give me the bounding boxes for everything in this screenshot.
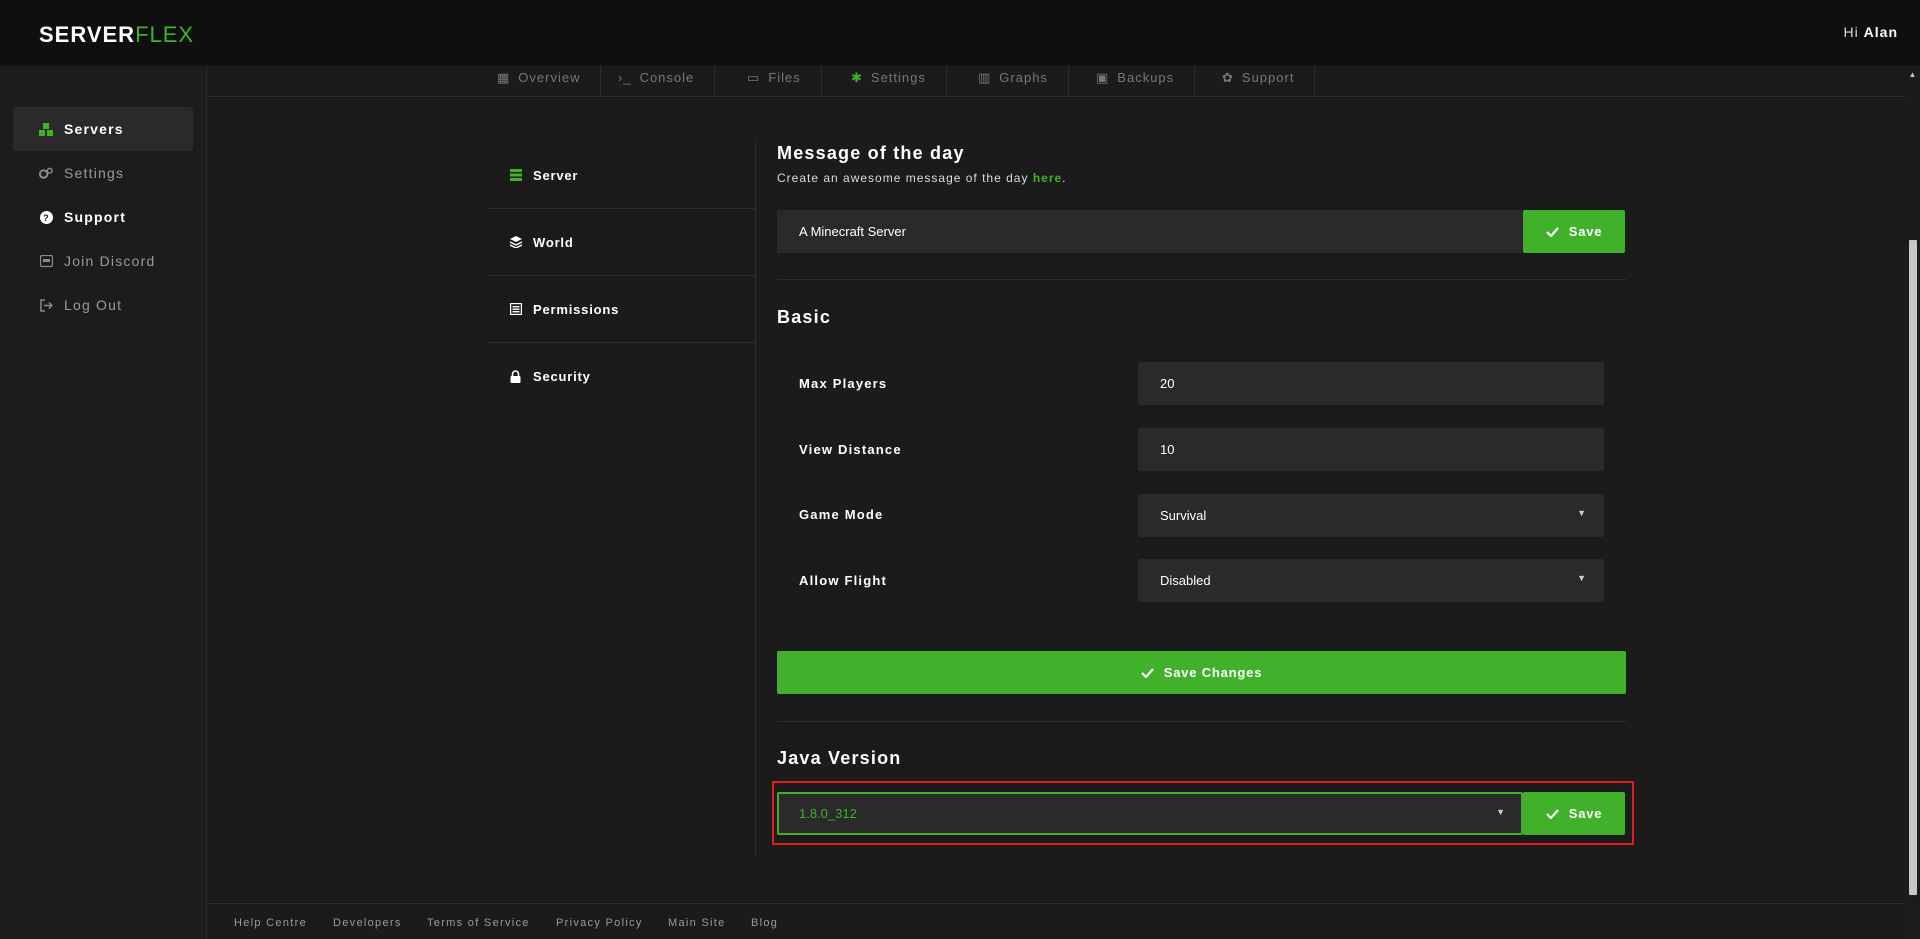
tab-label: Files <box>768 70 801 85</box>
motd-description: Create an awesome message of the day her… <box>777 171 1067 185</box>
motd-description-text: Create an awesome message of the day <box>777 171 1029 185</box>
user-name: Alan <box>1863 24 1898 40</box>
motd-input[interactable]: A Minecraft Server <box>777 210 1523 253</box>
files-icon: ▭ <box>747 69 761 85</box>
save-label: Save <box>1568 224 1603 239</box>
scroll-down-arrow[interactable]: ▼ <box>1908 889 1917 897</box>
motd-description-period: . <box>1062 171 1067 185</box>
sidebar-item-join-discord[interactable]: Join Discord <box>13 239 193 283</box>
server-list-icon <box>509 169 522 182</box>
tab-label: Console <box>639 70 695 85</box>
layers-icon <box>509 236 522 249</box>
basic-section-title: Basic <box>777 307 832 327</box>
max-players-value: 20 <box>1160 376 1175 391</box>
sidebar-item-label: Servers <box>64 121 124 137</box>
tab-label: Graphs <box>999 70 1048 85</box>
logo-text-flex: FLEX <box>135 22 195 47</box>
submenu-label: Server <box>533 167 579 183</box>
java-version-title: Java Version <box>777 748 902 768</box>
footer: Help Centre Developers Terms of Service … <box>208 903 1905 939</box>
footer-link-main-site[interactable]: Main Site <box>668 917 726 929</box>
motd-here-link[interactable]: here <box>1033 171 1062 185</box>
caret-down-icon: ▼ <box>1577 573 1586 583</box>
save-changes-label: Save Changes <box>1163 665 1263 680</box>
user-greeting[interactable]: Hi Alan <box>1844 24 1898 40</box>
submenu-label: Security <box>533 369 591 384</box>
overview-icon: ▦ <box>497 69 511 85</box>
top-bar: SERVERFLEX Hi Alan <box>0 0 1920 66</box>
sidebar-item-log-out[interactable]: Log Out <box>13 283 193 327</box>
submenu-item-permissions[interactable]: Permissions <box>488 276 756 343</box>
sidebar-item-label: Support <box>64 209 127 225</box>
view-distance-label: View Distance <box>799 442 902 457</box>
check-icon <box>1545 226 1559 237</box>
java-version-select[interactable]: 1.8.0_312 ▼ <box>777 792 1523 835</box>
submenu-label: Permissions <box>533 301 620 317</box>
check-icon <box>1545 808 1559 819</box>
tab-label: Overview <box>518 70 581 85</box>
allow-flight-select[interactable]: Disabled ▼ <box>1138 559 1604 602</box>
graphs-icon: ▥ <box>978 69 992 85</box>
discord-icon <box>39 254 53 268</box>
caret-down-icon: ▼ <box>1577 508 1586 518</box>
support-icon: ✿ <box>1222 69 1234 85</box>
view-distance-input[interactable]: 10 <box>1138 428 1604 471</box>
save-label: Save <box>1568 806 1603 821</box>
max-players-input[interactable]: 20 <box>1138 362 1604 405</box>
tab-label: Support <box>1241 70 1295 85</box>
question-circle-icon: ? <box>39 210 53 224</box>
motd-save-button[interactable]: Save <box>1523 210 1625 253</box>
tab-label: Backups <box>1117 70 1175 85</box>
footer-link-terms[interactable]: Terms of Service <box>427 917 530 929</box>
gears-icon <box>39 166 53 180</box>
serverflex-logo[interactable]: SERVERFLEX <box>39 22 194 48</box>
sidebar-item-label: Log Out <box>64 297 123 313</box>
allow-flight-label: Allow Flight <box>799 573 888 588</box>
backups-icon: ▣ <box>1096 69 1110 85</box>
list-box-icon <box>509 303 522 316</box>
section-divider <box>777 721 1626 722</box>
scrollbar-thumb[interactable] <box>1909 240 1917 895</box>
svg-text:?: ? <box>43 213 50 223</box>
sidebar-item-support[interactable]: ? Support <box>13 195 193 239</box>
submenu-item-security[interactable]: Security <box>488 343 756 410</box>
submenu-label: World <box>533 234 574 250</box>
game-mode-value: Survival <box>1160 508 1207 523</box>
sidebar: Servers Settings ? Support Join Discord … <box>0 66 207 939</box>
sidebar-item-label: Join Discord <box>64 253 156 269</box>
view-distance-value: 10 <box>1160 442 1175 457</box>
footer-link-blog[interactable]: Blog <box>751 917 778 929</box>
save-changes-button[interactable]: Save Changes <box>777 651 1626 694</box>
lock-icon <box>509 370 522 383</box>
sidebar-item-settings[interactable]: Settings <box>13 151 193 195</box>
logo-text-server: SERVER <box>39 22 136 47</box>
motd-title: Message of the day <box>777 143 965 163</box>
max-players-label: Max Players <box>799 376 888 391</box>
server-tabs: ▦ Overview ›_ Console ▭ Files ✱ Settings ▥ Gr… <box>208 58 1905 97</box>
check-icon <box>1140 667 1154 678</box>
logout-icon <box>39 298 53 312</box>
submenu-item-world[interactable]: World <box>488 209 756 276</box>
tab-label: Settings <box>870 70 926 85</box>
greeting-prefix: Hi <box>1843 24 1859 40</box>
caret-down-icon: ▼ <box>1496 807 1505 817</box>
console-icon: ›_ <box>618 70 632 85</box>
allow-flight-value: Disabled <box>1160 573 1211 588</box>
game-mode-select[interactable]: Survival ▼ <box>1138 494 1604 537</box>
servers-icon <box>39 122 53 136</box>
java-version-value: 1.8.0_312 <box>799 806 857 821</box>
sidebar-item-label: Settings <box>64 165 125 181</box>
footer-link-developers[interactable]: Developers <box>333 917 402 929</box>
footer-link-help-centre[interactable]: Help Centre <box>234 917 307 929</box>
footer-link-privacy[interactable]: Privacy Policy <box>556 917 643 929</box>
settings-icon: ✱ <box>851 69 863 85</box>
java-save-button[interactable]: Save <box>1523 792 1625 835</box>
game-mode-label: Game Mode <box>799 507 884 522</box>
settings-submenu: Server World Permissions Security <box>488 142 756 856</box>
scroll-up-arrow[interactable]: ▲ <box>1908 71 1917 79</box>
submenu-item-server[interactable]: Server <box>488 142 756 209</box>
sidebar-item-servers[interactable]: Servers <box>13 107 193 151</box>
section-divider <box>777 279 1626 280</box>
motd-input-value: A Minecraft Server <box>799 224 906 239</box>
